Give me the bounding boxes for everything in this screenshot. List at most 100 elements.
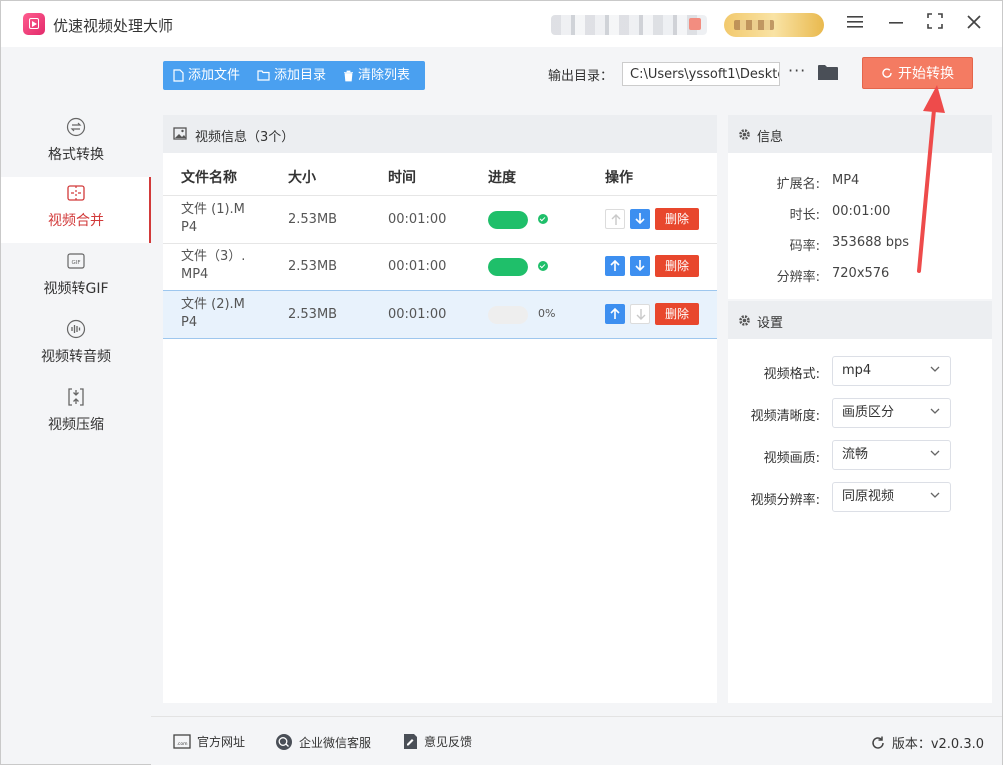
video-format-label: 视频格式:	[763, 367, 820, 382]
sidebar-item-video-merge[interactable]: 视频合并	[1, 177, 151, 243]
format-convert-icon	[66, 117, 86, 137]
column-header-progress: 进度	[488, 170, 516, 186]
folder-outline-icon	[257, 70, 270, 81]
video-clarity-label: 视频清晰度:	[750, 409, 820, 424]
video-list-title: 视频信息（3个）	[195, 130, 295, 145]
ext-label: 扩展名:	[776, 177, 820, 192]
table-row[interactable]: 文件 (1).M P4 2.53MB 00:01:00 删除	[163, 195, 717, 244]
progress-bar	[488, 258, 528, 276]
footer: .com 官方网址 企业微信客服 意见反馈 版本：v2.0.3.0	[151, 716, 1002, 765]
add-directory-label: 添加目录	[274, 68, 327, 83]
video-resolution-label: 视频分辨率:	[750, 493, 820, 508]
output-dir-input[interactable]: C:\Users\yssoft1\Deskto	[622, 62, 780, 86]
refresh-icon	[882, 68, 892, 78]
refresh-icon	[872, 736, 884, 749]
app-logo-icon	[23, 13, 45, 35]
sidebar-item-label: 视频转音频	[41, 349, 111, 365]
more-options-button[interactable]: ···	[788, 61, 806, 80]
file-size: 2.53MB	[288, 307, 338, 322]
arrow-down-icon	[635, 213, 645, 225]
delete-button[interactable]: 删除	[655, 303, 699, 325]
video-resolution-select[interactable]: 同原视频	[832, 482, 951, 512]
file-name: 文件 (1).M P4	[181, 202, 245, 235]
file-duration: 00:01:00	[388, 259, 447, 274]
move-down-button[interactable]	[630, 304, 650, 324]
progress-bar	[488, 211, 528, 229]
chevron-down-icon	[930, 450, 940, 456]
svg-text:.com: .com	[176, 742, 187, 747]
gear-icon	[739, 129, 750, 140]
settings-header: 设置	[728, 301, 992, 339]
app-title: 优速视频处理大师	[53, 17, 174, 35]
open-folder-icon[interactable]	[818, 64, 838, 81]
sidebar-item-video-to-gif[interactable]: GIF 视频转GIF	[1, 245, 151, 311]
settings-panel: 设置 视频格式: mp4 视频清晰度: 画质区分 视频画质: 流畅 视频分辨率:…	[728, 301, 992, 703]
settings-title: 设置	[757, 316, 784, 331]
delete-button[interactable]: 删除	[655, 208, 699, 230]
user-account-blurred[interactable]	[551, 15, 707, 35]
file-name: 文件 (2).M P4	[181, 297, 245, 330]
add-file-label: 添加文件	[188, 68, 241, 83]
duration-label: 时长:	[789, 208, 820, 223]
sidebar-item-video-to-audio[interactable]: 视频转音频	[1, 313, 151, 379]
sidebar-item-label: 视频合并	[48, 213, 104, 229]
info-title: 信息	[757, 130, 784, 145]
arrow-down-icon	[635, 260, 645, 272]
start-convert-label: 开始转换	[898, 66, 954, 82]
compress-icon	[68, 388, 84, 406]
vip-badge-blurred[interactable]	[724, 13, 824, 37]
start-convert-button[interactable]: 开始转换	[862, 57, 973, 89]
close-icon[interactable]	[963, 13, 985, 35]
feedback-link[interactable]: 意见反馈	[403, 733, 472, 750]
arrow-down-icon	[636, 309, 646, 320]
sidebar-item-label: 视频压缩	[48, 417, 104, 433]
sidebar: 格式转换 视频合并 GIF 视频转GIF 视频转音频 视频压缩	[1, 47, 151, 715]
chevron-down-icon	[930, 366, 940, 372]
clear-list-button[interactable]: 清除列表	[333, 61, 417, 90]
sidebar-item-format-convert[interactable]: 格式转换	[1, 111, 151, 177]
wechat-support-link[interactable]: 企业微信客服	[275, 733, 371, 751]
website-icon: .com	[173, 734, 191, 749]
video-merge-icon	[67, 185, 85, 201]
progress-fill	[488, 211, 528, 229]
done-check-icon	[538, 214, 548, 224]
maximize-icon[interactable]	[924, 13, 946, 35]
add-file-button[interactable]: 添加文件	[163, 61, 247, 90]
add-directory-button[interactable]: 添加目录	[247, 61, 333, 90]
audio-icon	[66, 319, 86, 339]
official-website-label: 官方网址	[197, 735, 246, 749]
file-toolbar: 添加文件 添加目录 清除列表	[163, 61, 425, 90]
table-row[interactable]: 文件 (2).M P4 2.53MB 00:01:00 0% 删除	[163, 290, 717, 339]
move-up-button[interactable]	[605, 256, 625, 276]
sidebar-item-video-compress[interactable]: 视频压缩	[1, 381, 151, 447]
move-up-button[interactable]	[605, 304, 625, 324]
video-format-select[interactable]: mp4	[832, 356, 951, 386]
feedback-icon	[404, 734, 417, 749]
sidebar-item-label: 格式转换	[48, 147, 104, 163]
video-quality-select[interactable]: 流畅	[832, 440, 951, 470]
minimize-icon[interactable]	[885, 13, 907, 35]
video-quality-value: 流畅	[842, 447, 869, 462]
official-website-link[interactable]: .com 官方网址	[173, 733, 245, 750]
bitrate-label: 码率:	[789, 239, 820, 254]
column-header-size: 大小	[288, 170, 316, 186]
file-duration: 00:01:00	[388, 307, 447, 322]
video-quality-label: 视频画质:	[763, 451, 820, 466]
bitrate-value: 353688 bps	[832, 235, 910, 250]
arrow-up-icon	[610, 307, 620, 319]
delete-button[interactable]: 删除	[655, 255, 699, 277]
version-info[interactable]: 版本：v2.0.3.0	[870, 733, 984, 752]
file-size: 2.53MB	[288, 259, 338, 274]
move-up-button[interactable]	[605, 209, 625, 229]
video-clarity-select[interactable]: 画质区分	[832, 398, 951, 428]
menu-icon[interactable]	[844, 13, 866, 35]
column-header-name: 文件名称	[181, 170, 237, 186]
gear-icon	[739, 315, 750, 326]
title-bar: 优速视频处理大师	[1, 1, 1002, 47]
move-down-button[interactable]	[630, 256, 650, 276]
move-down-button[interactable]	[630, 209, 650, 229]
progress-percent: 0%	[538, 307, 556, 320]
arrow-up-icon	[610, 259, 620, 271]
table-row[interactable]: 文件（3）. MP4 2.53MB 00:01:00 删除	[163, 243, 717, 291]
version-label: 版本：v2.0.3.0	[891, 737, 984, 752]
